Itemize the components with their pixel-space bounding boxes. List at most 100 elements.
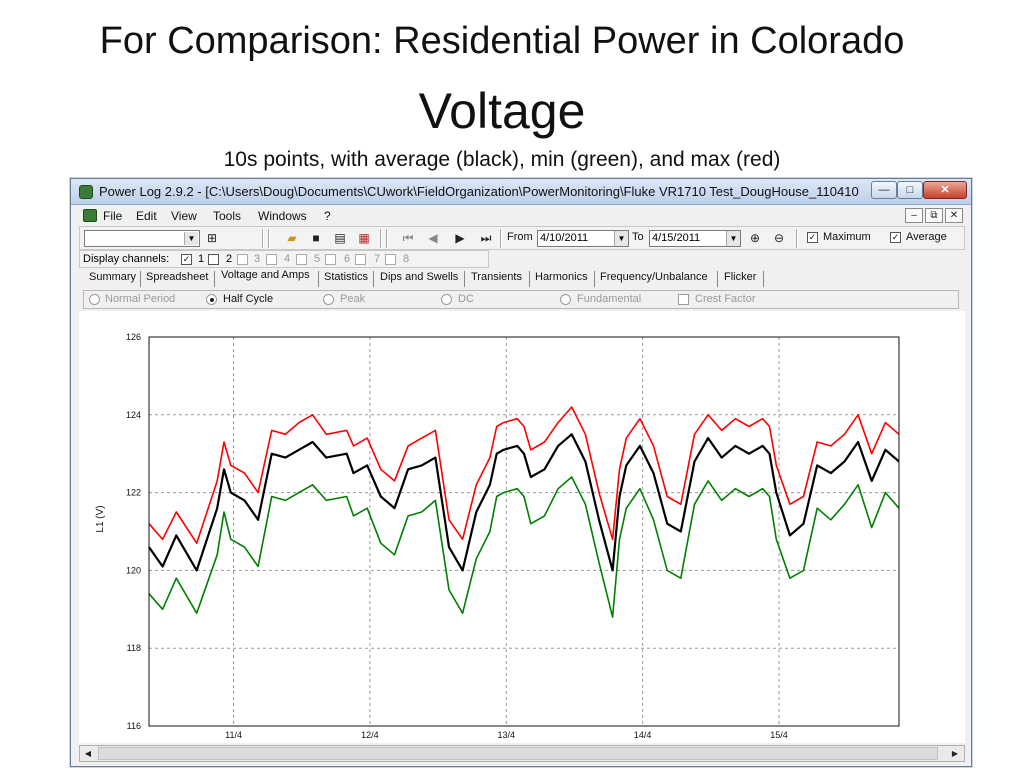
toolbar: ▼ ⊞ ▰ ■ ▤ ▦ ⏮ ◀ ▶ ⏭ From 4/10/2011 ▼ To … — [79, 226, 965, 250]
channel-combo[interactable]: ▼ — [84, 230, 200, 247]
half-cycle-radio[interactable] — [206, 294, 217, 305]
document-icon[interactable] — [83, 209, 97, 222]
from-date-value: 4/10/2011 — [540, 232, 589, 244]
scroll-thumb[interactable] — [98, 747, 938, 760]
tab-divider — [373, 271, 374, 287]
next-record-icon[interactable]: ▶ — [452, 231, 468, 246]
previous-record-icon[interactable]: ◀ — [425, 231, 441, 246]
maximum-checkbox[interactable]: ✓ — [807, 232, 818, 243]
tab-strip: Summary Spreadsheet Voltage and Amps Sta… — [83, 269, 963, 289]
toolbar-separator — [386, 229, 388, 248]
minimize-button[interactable]: — — [871, 181, 897, 199]
tab-divider — [594, 271, 595, 287]
channel-6-checkbox[interactable] — [325, 254, 336, 265]
zoom-in-icon[interactable]: ⊕ — [747, 231, 763, 246]
tab-spreadsheet[interactable]: Spreadsheet — [146, 271, 208, 283]
crest-factor-label: Crest Factor — [695, 293, 756, 305]
tab-transients[interactable]: Transients — [471, 271, 522, 283]
measurement-options: Normal Period Half Cycle Peak DC Fundame… — [83, 290, 959, 309]
y-tick-label: 116 — [127, 721, 141, 731]
y-tick-label: 122 — [126, 488, 141, 498]
channel-5-label: 5 — [314, 253, 321, 265]
half-cycle-label: Half Cycle — [223, 293, 274, 305]
tree-icon[interactable]: ⊞ — [204, 231, 220, 246]
x-tick-label: 12/4 — [361, 730, 379, 740]
tab-divider — [529, 271, 530, 287]
display-channels-label: Display channels: — [83, 253, 170, 265]
mdi-restore-button[interactable]: ⧉ — [925, 208, 943, 223]
tab-divider — [214, 271, 215, 287]
open-folder-icon[interactable]: ▰ — [284, 231, 300, 246]
save-icon[interactable]: ■ — [308, 231, 324, 246]
normal-period-label: Normal Period — [105, 293, 176, 305]
y-tick-label: 124 — [126, 410, 141, 420]
dc-radio[interactable] — [441, 294, 452, 305]
peak-radio[interactable] — [323, 294, 334, 305]
menu-help[interactable]: ? — [324, 209, 331, 223]
channel-5-checkbox[interactable] — [296, 254, 307, 265]
fundamental-radio[interactable] — [560, 294, 571, 305]
scroll-right-icon[interactable]: ▶ — [948, 747, 962, 760]
print-icon[interactable]: ▤ — [332, 231, 348, 246]
voltage-plot-panel: L1 (V) 116 118 120 122 124 126 11/4 12/4 13/4 14… — [79, 311, 965, 743]
chevron-down-icon[interactable]: ▼ — [726, 231, 740, 246]
menu-windows[interactable]: Windows — [258, 209, 307, 223]
x-tick-label: 14/4 — [634, 730, 652, 740]
y-tick-label: 120 — [126, 565, 141, 575]
tab-flicker[interactable]: Flicker — [724, 271, 756, 283]
tab-summary[interactable]: Summary — [89, 271, 136, 283]
toolbar-separator — [262, 229, 264, 248]
channel-7-label: 7 — [374, 253, 381, 265]
dc-label: DC — [458, 293, 474, 305]
channel-2-checkbox[interactable] — [208, 254, 219, 265]
window-title: Power Log 2.9.2 - [C:\Users\Doug\Documen… — [99, 184, 859, 199]
title-bar[interactable]: Power Log 2.9.2 - [C:\Users\Doug\Documen… — [71, 179, 971, 205]
channel-7-checkbox[interactable] — [355, 254, 366, 265]
x-tick-label: 15/4 — [770, 730, 788, 740]
chevron-down-icon[interactable]: ▼ — [614, 231, 628, 246]
tab-statistics[interactable]: Statistics — [324, 271, 368, 283]
channel-8-checkbox[interactable] — [385, 254, 396, 265]
menu-file[interactable]: File — [103, 209, 122, 223]
zoom-out-icon[interactable]: ⊖ — [771, 231, 787, 246]
scroll-left-icon[interactable]: ◀ — [81, 747, 95, 760]
menu-view[interactable]: View — [171, 209, 197, 223]
display-channels: Display channels: ✓ 1 2 3 4 5 6 7 8 — [79, 250, 489, 268]
tab-frequency-unbalance[interactable]: Frequency/Unbalance — [600, 271, 708, 283]
y-axis-label: L1 (V) — [95, 505, 106, 532]
tab-divider — [140, 271, 141, 287]
toolbar-separator — [796, 229, 798, 248]
first-record-icon[interactable]: ⏮ — [400, 231, 416, 246]
channel-4-label: 4 — [284, 253, 291, 265]
channel-4-checkbox[interactable] — [266, 254, 277, 265]
tab-divider — [717, 271, 718, 287]
mdi-minimize-button[interactable]: – — [905, 208, 923, 223]
tab-harmonics[interactable]: Harmonics — [535, 271, 588, 283]
last-record-icon[interactable]: ⏭ — [478, 231, 494, 246]
close-button[interactable]: ✕ — [923, 181, 967, 199]
maximize-button[interactable]: □ — [897, 181, 923, 199]
from-date-picker[interactable]: 4/10/2011 ▼ — [537, 230, 629, 247]
average-checkbox[interactable]: ✓ — [890, 232, 901, 243]
menu-edit[interactable]: Edit — [136, 209, 157, 223]
chevron-down-icon[interactable]: ▼ — [184, 232, 198, 245]
y-tick-label: 118 — [127, 643, 141, 653]
horizontal-scrollbar[interactable]: ◀ ▶ — [79, 745, 965, 762]
menu-tools[interactable]: Tools — [213, 209, 241, 223]
tab-voltage-and-amps[interactable]: Voltage and Amps — [221, 269, 310, 281]
app-icon[interactable] — [79, 185, 93, 199]
y-tick-label: 126 — [126, 332, 141, 342]
fundamental-label: Fundamental — [577, 293, 642, 305]
to-date-value: 4/15/2011 — [652, 232, 701, 244]
export-icon[interactable]: ▦ — [356, 231, 372, 246]
voltage-chart[interactable]: L1 (V) 116 118 120 122 124 126 11/4 12/4 13/4 14… — [79, 311, 965, 743]
normal-period-radio[interactable] — [89, 294, 100, 305]
channel-3-checkbox[interactable] — [237, 254, 248, 265]
crest-factor-checkbox[interactable] — [678, 294, 689, 305]
peak-label: Peak — [340, 293, 366, 305]
tab-divider — [464, 271, 465, 287]
to-date-picker[interactable]: 4/15/2011 ▼ — [649, 230, 741, 247]
mdi-close-button[interactable]: ✕ — [945, 208, 963, 223]
tab-dips-and-swells[interactable]: Dips and Swells — [380, 271, 458, 283]
channel-1-checkbox[interactable]: ✓ — [181, 254, 192, 265]
